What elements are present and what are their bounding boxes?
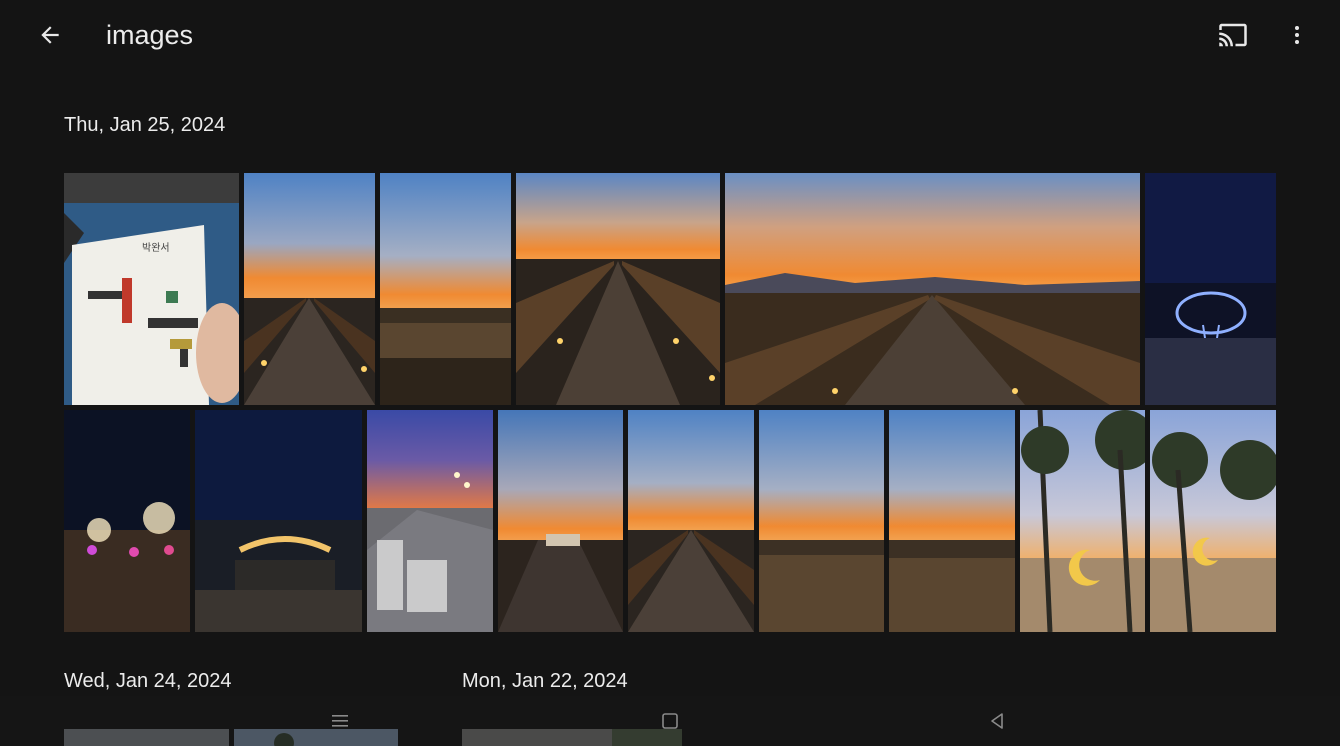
photo-thumbnail[interactable] <box>498 410 623 632</box>
photo-thumbnail[interactable] <box>516 173 720 405</box>
photo-image <box>725 173 1140 405</box>
photo-image <box>516 173 720 405</box>
arrow-left-icon <box>41 26 59 44</box>
section-date: Wed, Jan 24, 2024 <box>64 670 232 692</box>
photo-thumbnail[interactable] <box>380 173 511 405</box>
section-date: Mon, Jan 22, 2024 <box>462 670 628 692</box>
photo-image <box>889 410 1015 632</box>
photo-thumbnail[interactable] <box>244 173 375 405</box>
system-back-icon <box>991 713 1003 729</box>
photo-image <box>1020 410 1145 632</box>
home-button[interactable] <box>655 706 685 736</box>
recents-button[interactable] <box>325 706 355 736</box>
svg-text:박완서: 박완서 <box>142 242 170 254</box>
photo-thumbnail[interactable]: 박완서 <box>64 173 239 405</box>
photo-thumbnail[interactable] <box>64 410 190 632</box>
cast-icon <box>1219 23 1247 47</box>
section-date: Thu, Jan 25, 2024 <box>64 114 226 136</box>
home-icon <box>662 713 678 729</box>
photo-image <box>380 173 511 405</box>
photo-thumbnail[interactable] <box>367 410 493 632</box>
photo-thumbnail[interactable] <box>1145 173 1276 405</box>
photo-image <box>195 410 362 632</box>
recents-icon <box>332 715 348 727</box>
photo-image <box>1150 410 1276 632</box>
top-app-bar: images <box>0 0 1340 70</box>
photo-image <box>1145 173 1276 405</box>
photo-image <box>244 173 375 405</box>
photo-image <box>367 410 493 632</box>
more-vert-icon <box>1295 26 1299 44</box>
photo-thumbnail[interactable] <box>1020 410 1145 632</box>
photo-thumbnail[interactable] <box>195 410 362 632</box>
photo-image <box>498 410 623 632</box>
photo-image <box>628 410 754 632</box>
photo-thumbnail[interactable] <box>889 410 1015 632</box>
system-nav-bar <box>0 696 1340 746</box>
photo-image: 박완서 <box>64 173 239 405</box>
back-button[interactable] <box>30 18 70 52</box>
photo-image <box>64 410 190 632</box>
photo-thumbnail[interactable] <box>628 410 754 632</box>
system-back-button[interactable] <box>982 706 1012 736</box>
photo-thumbnail[interactable] <box>1150 410 1276 632</box>
cast-button[interactable] <box>1212 18 1254 52</box>
photo-thumbnail[interactable] <box>759 410 884 632</box>
photo-thumbnail[interactable] <box>725 173 1140 405</box>
more-options-button[interactable] <box>1282 18 1312 52</box>
photo-image <box>759 410 884 632</box>
page-title: images <box>106 20 194 50</box>
